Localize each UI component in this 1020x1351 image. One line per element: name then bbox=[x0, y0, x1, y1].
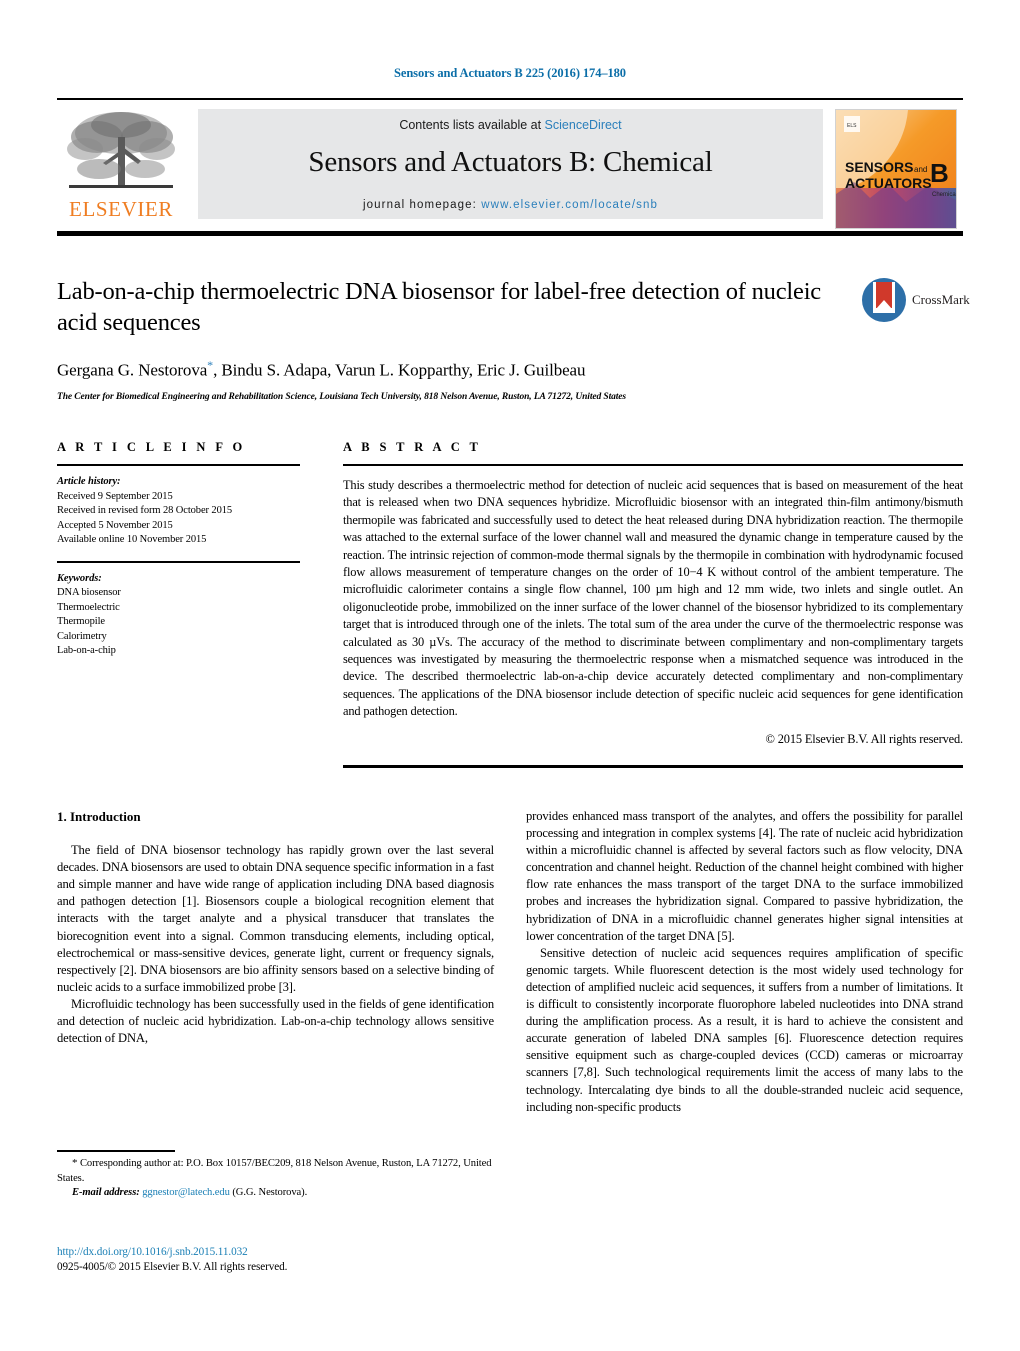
affiliation: The Center for Biomedical Engineering an… bbox=[57, 391, 627, 402]
journal-title: Sensors and Actuators B: Chemical bbox=[308, 146, 713, 178]
keyword-item: DNA biosensor bbox=[57, 587, 121, 598]
footnote-block: * Corresponding author at: P.O. Box 1015… bbox=[57, 1156, 494, 1201]
history-item: Received 9 September 2015 bbox=[57, 490, 173, 502]
running-head: Sensors and Actuators B 225 (2016) 174–1… bbox=[394, 66, 626, 80]
contents-available-line: Contents lists available at ScienceDirec… bbox=[198, 118, 823, 132]
article-info-column: A R T I C L E I N F O Article history: R… bbox=[57, 440, 300, 659]
journal-band: Contents lists available at ScienceDirec… bbox=[198, 109, 823, 219]
header-rule-bottom bbox=[57, 231, 963, 236]
paragraph: The field of DNA biosensor technology ha… bbox=[57, 843, 494, 994]
journal-masthead: ELSEVIER Contents lists available at Sci… bbox=[57, 103, 963, 229]
cover-sensors-text: SENSORS bbox=[845, 159, 913, 175]
article-history-label: Article history: bbox=[57, 476, 121, 487]
abstract-heading: A B S T R A C T bbox=[343, 440, 482, 454]
body-column-right: provides enhanced mass transport of the … bbox=[526, 808, 963, 1116]
crossmark-badge[interactable]: CrossMark bbox=[862, 278, 970, 326]
elsevier-logo: ELSEVIER bbox=[57, 105, 185, 223]
article-history: Article history: Received 9 September 20… bbox=[57, 475, 300, 548]
page-title: Lab-on-a-chip thermoelectric DNA biosens… bbox=[57, 278, 821, 336]
keywords-label: Keywords: bbox=[57, 572, 102, 584]
author-list: Gergana G. Nestorova*, Bindu S. Adapa, V… bbox=[57, 358, 847, 381]
article-info-rule bbox=[57, 464, 300, 466]
svg-text:ELS: ELS bbox=[847, 123, 857, 129]
abstract-text: This study describes a thermoelectric me… bbox=[343, 478, 963, 719]
email-suffix: (G.G. Nestorova). bbox=[229, 1187, 308, 1199]
sciencedirect-link[interactable]: ScienceDirect bbox=[545, 118, 622, 132]
cover-letter-b: B bbox=[930, 158, 949, 188]
keyword-item: Lab-on-a-chip bbox=[57, 645, 116, 656]
paragraph: provides enhanced mass transport of the … bbox=[526, 809, 963, 943]
article-info-heading: A R T I C L E I N F O bbox=[57, 440, 246, 454]
abstract-column: A B S T R A C T This study describes a t… bbox=[343, 440, 963, 768]
elsevier-tree-icon bbox=[67, 112, 175, 188]
journal-homepage-link[interactable]: www.elsevier.com/locate/snb bbox=[481, 199, 658, 211]
crossmark-label: CrossMark bbox=[912, 292, 970, 307]
keyword-item: Thermopile bbox=[57, 616, 105, 627]
doi-link[interactable]: http://dx.doi.org/10.1016/j.snb.2015.11.… bbox=[57, 1245, 557, 1260]
paragraph: Microfluidic technology has been success… bbox=[57, 996, 494, 1046]
journal-homepage-line: journal homepage: www.elsevier.com/locat… bbox=[198, 199, 823, 211]
cover-and-text: and bbox=[914, 165, 927, 174]
footnote-rule bbox=[57, 1150, 175, 1152]
crossmark-icon bbox=[862, 278, 906, 322]
keyword-item: Calorimetry bbox=[57, 630, 107, 642]
keywords-rule bbox=[57, 560, 300, 563]
abstract-copyright: © 2015 Elsevier B.V. All rights reserved… bbox=[765, 731, 964, 746]
elsevier-wordmark: ELSEVIER bbox=[69, 197, 173, 221]
history-item: Received in revised form 28 October 2015 bbox=[57, 505, 233, 516]
abstract-rule-bottom bbox=[343, 764, 963, 768]
keywords-list: Keywords: DNA biosensor Thermoelectric T… bbox=[57, 572, 300, 659]
email-line: E-mail address: ggnestor@latech.edu (G.G… bbox=[57, 1186, 494, 1201]
contents-prefix: Contents lists available at bbox=[399, 118, 545, 132]
crossmark-icon-notch bbox=[876, 300, 892, 309]
history-item: Accepted 5 November 2015 bbox=[57, 519, 173, 531]
email-label: E-mail address: bbox=[72, 1187, 140, 1199]
cover-actuators-text: ACTUATORS bbox=[845, 175, 932, 191]
author-others: , Bindu S. Adapa, Varun L. Kopparthy, Er… bbox=[213, 360, 586, 380]
cover-art: ELS SENSORS and ACTUATORS B Chemical bbox=[836, 110, 956, 228]
doi-block: http://dx.doi.org/10.1016/j.snb.2015.11.… bbox=[57, 1245, 557, 1275]
cover-chemical-text: Chemical bbox=[932, 192, 956, 198]
journal-article-page: Sensors and Actuators B 225 (2016) 174–1… bbox=[0, 0, 1020, 1351]
history-item: Available online 10 November 2015 bbox=[57, 534, 207, 545]
keyword-item: Thermoelectric bbox=[57, 601, 120, 613]
section-heading-introduction: 1. Introduction bbox=[57, 809, 141, 824]
header-rule-top bbox=[57, 98, 963, 100]
title-block: Lab-on-a-chip thermoelectric DNA biosens… bbox=[57, 276, 847, 402]
homepage-prefix: journal homepage: bbox=[363, 199, 482, 211]
email-link[interactable]: ggnestor@latech.edu bbox=[142, 1187, 230, 1198]
author-corresponding: Gergana G. Nestorova bbox=[57, 360, 208, 380]
issn-copyright-line: 0925-4005/© 2015 Elsevier B.V. All right… bbox=[57, 1261, 288, 1273]
corresponding-author-note: * Corresponding author at: P.O. Box 1015… bbox=[57, 1156, 494, 1186]
paragraph: Sensitive detection of nucleic acid sequ… bbox=[526, 945, 963, 1114]
journal-cover-thumbnail: ELS SENSORS and ACTUATORS B Chemical bbox=[835, 109, 957, 229]
corresponding-author-text: Corresponding author at: P.O. Box 10157/… bbox=[57, 1158, 492, 1184]
body-column-left: 1. Introduction The field of DNA biosens… bbox=[57, 808, 494, 1047]
abstract-rule-top bbox=[343, 464, 963, 466]
